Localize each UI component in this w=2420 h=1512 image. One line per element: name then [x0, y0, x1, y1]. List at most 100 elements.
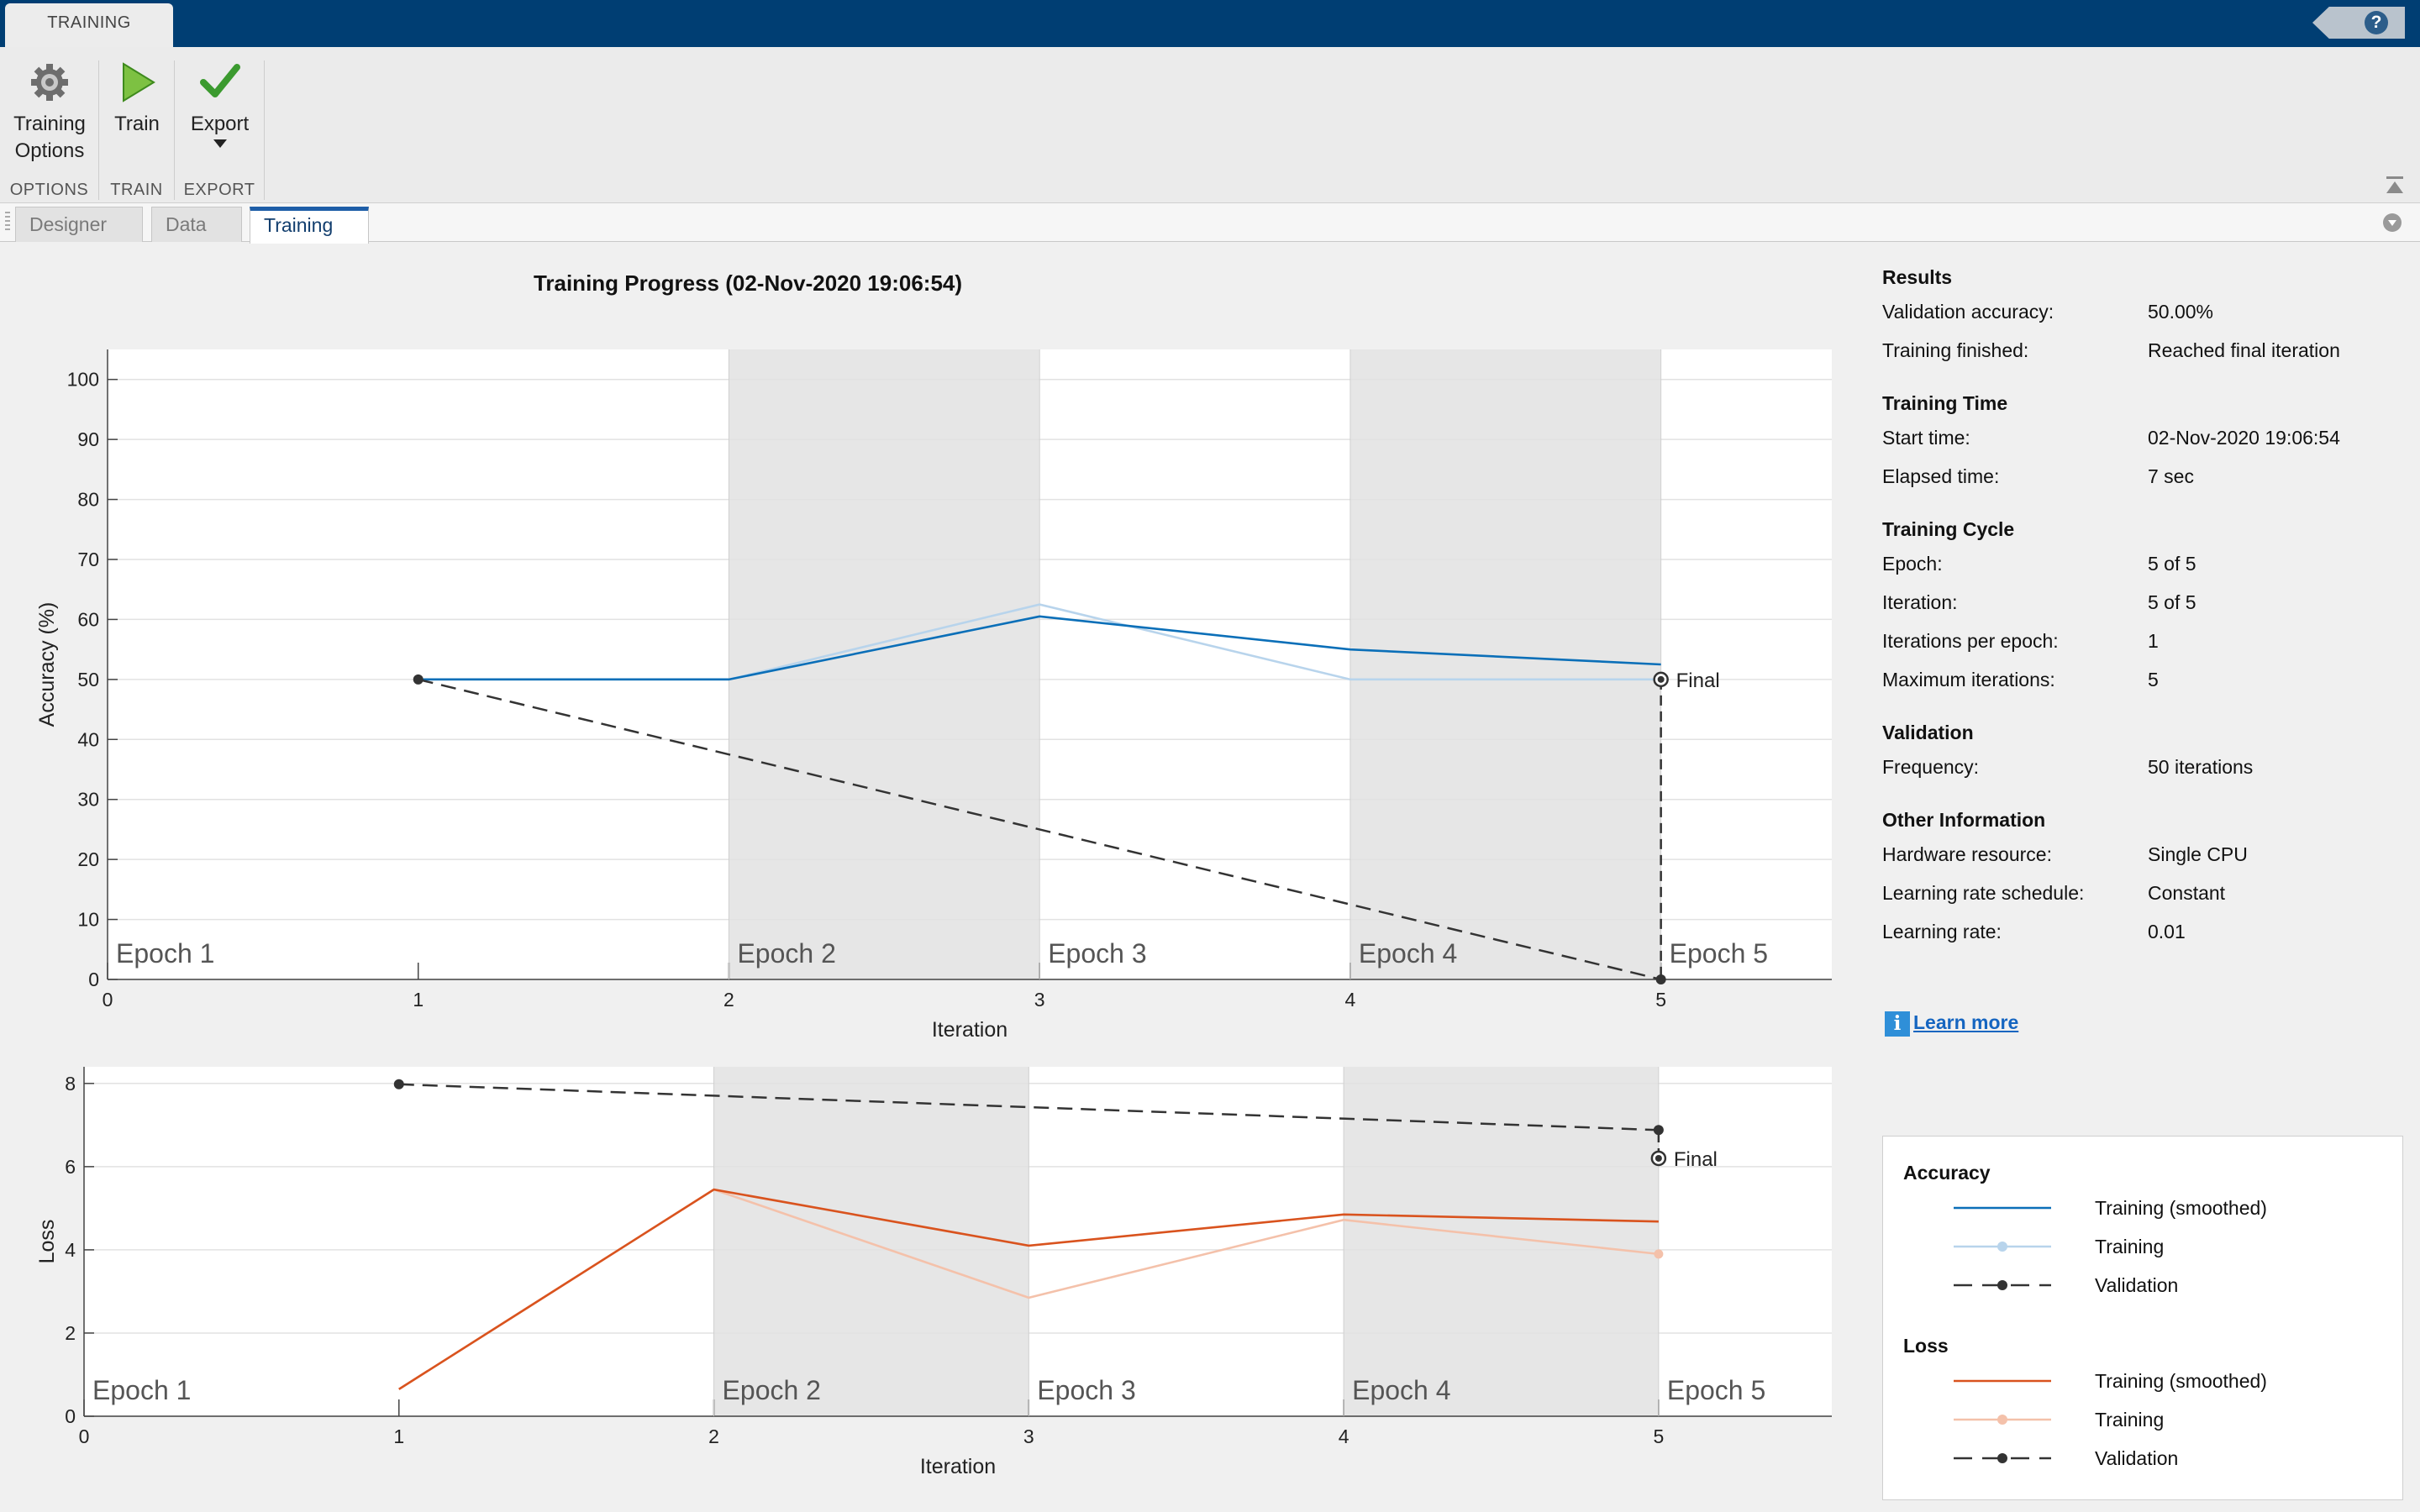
document-menu-icon[interactable] — [2383, 213, 2402, 232]
results-value: Constant — [2148, 882, 2226, 904]
results-section: Validation Frequency: 50 iterations — [1882, 717, 2403, 786]
results-key: Frequency: — [1882, 756, 1980, 778]
accuracy-y-tick-label: 90 — [77, 428, 99, 450]
accuracy-final-label: Final — [1676, 669, 1720, 692]
results-row: Learning rate schedule: Constant — [1882, 874, 2403, 912]
accuracy-y-tick-label: 0 — [88, 969, 99, 990]
info-icon: i — [1885, 1011, 1910, 1037]
accuracy-axes: 0 10 20 30 40 50 60 70 80 90 100 0 1 2 3 4 5 Epoch 1 Epoch… — [35, 349, 1832, 1042]
results-row: Learning rate: 0.01 — [1882, 912, 2403, 951]
loss-y-tick-label: 2 — [65, 1322, 76, 1344]
train-group-label: TRAIN — [110, 181, 163, 199]
results-key: Maximum iterations: — [1882, 669, 2055, 690]
loss-x-tick-label: 0 — [79, 1425, 90, 1447]
loss-x-axis-label: Iteration — [920, 1455, 996, 1478]
accuracy-y-tick-label: 100 — [67, 369, 99, 391]
training-options-label-2: Options — [14, 139, 85, 162]
accuracy-epoch-label: Epoch 1 — [116, 938, 214, 969]
results-row: Training finished: Reached final iteratio… — [1882, 331, 2403, 370]
results-section-title: Training Cycle — [1882, 518, 2015, 540]
legend-group-title: Loss — [1903, 1335, 1949, 1357]
tab-designer[interactable]: Designer — [15, 207, 143, 242]
toolstrip: Training Options OPTIONS Train TRAIN Exp… — [0, 47, 2420, 203]
results-key: Iterations per epoch: — [1882, 630, 2059, 652]
accuracy-y-tick-label: 30 — [77, 789, 99, 811]
export-button[interactable]: Export — [175, 60, 265, 148]
tab-training[interactable]: Training — [250, 207, 369, 244]
loss-epoch-label: Epoch 1 — [92, 1375, 191, 1405]
training-options-button[interactable]: Training Options — [0, 60, 99, 165]
loss-epoch-label: Epoch 2 — [723, 1375, 821, 1405]
legend-swatch-icon — [1954, 1415, 2051, 1425]
loss-axes: 0 2 4 6 8 0 1 2 3 4 5 Epoch 1 Epoch 2 Epoch 3 Epoch 4 E… — [35, 1067, 1832, 1478]
results-key: Learning rate schedule: — [1882, 882, 2085, 904]
play-icon — [123, 62, 155, 102]
train-label: Train — [114, 113, 160, 135]
help-button[interactable]: ? — [2312, 7, 2405, 39]
accuracy-epoch-band — [1349, 349, 1661, 979]
legend-item-label: Training — [2095, 1409, 2165, 1431]
loss-y-tick-label: 8 — [65, 1073, 76, 1095]
legend-swatch-icon — [1954, 1379, 2051, 1383]
export-label: Export — [190, 113, 250, 135]
results-row: Elapsed time: 7 sec — [1882, 457, 2403, 496]
plot-legend: Accuracy Training (smoothed) Training Valid… — [1882, 1136, 2403, 1500]
results-key: Validation accuracy: — [1882, 301, 2054, 323]
accuracy-epoch-label: Epoch 5 — [1670, 938, 1768, 969]
results-row: Validation accuracy: 50.00% — [1882, 292, 2403, 331]
train-button[interactable]: Train — [99, 60, 175, 138]
results-row: Epoch: 5 of 5 — [1882, 544, 2403, 583]
training-options-label-1: Training — [13, 113, 86, 135]
accuracy-epoch-label: Epoch 3 — [1048, 938, 1146, 969]
results-row: Hardware resource: Single CPU — [1882, 835, 2403, 874]
loss-y-axis-label: Loss — [35, 1220, 59, 1264]
legend-item-label: Training (smoothed) — [2095, 1370, 2267, 1392]
results-section: Training Time Start time: 02-Nov-2020 19:0… — [1882, 388, 2403, 496]
results-section-title: Validation — [1882, 722, 1974, 743]
results-key: Learning rate: — [1882, 921, 2002, 942]
results-key: Elapsed time: — [1882, 465, 2000, 487]
results-key: Hardware resource: — [1882, 843, 2052, 865]
accuracy-y-tick-label: 10 — [77, 909, 99, 931]
results-row: Iteration: 5 of 5 — [1882, 583, 2403, 622]
legend-group-title: Accuracy — [1903, 1162, 1991, 1184]
loss-final-marker-dot — [1655, 1154, 1662, 1162]
learn-more-link[interactable]: i Learn more — [1885, 1011, 2018, 1040]
training-progress-plots: 01020304050607080901000 1 2 3 4 5Epoch 1 Epoch… — [35, 349, 1832, 1478]
legend-swatch-icon — [1954, 1206, 2051, 1210]
tab-training-toolstrip[interactable]: TRAINING — [5, 3, 173, 47]
results-value: Reached final iteration — [2148, 339, 2340, 361]
accuracy-x-tick-label: 4 — [1345, 989, 1356, 1011]
accuracy-y-tick-label: 80 — [77, 489, 99, 511]
checkmark-icon — [199, 64, 240, 97]
legend-item-label: Validation — [2095, 1447, 2179, 1469]
accuracy-y-tick-label: 20 — [77, 848, 99, 870]
loss-epoch-band — [713, 1067, 1029, 1416]
accuracy-x-tick-label: 1 — [413, 989, 424, 1011]
accuracy-x-tick-label: 2 — [723, 989, 734, 1011]
loss-validation-point — [393, 1079, 404, 1089]
loss-x-tick-label: 1 — [393, 1425, 404, 1447]
accuracy-x-tick-label: 0 — [103, 989, 113, 1011]
accuracy-y-tick-label: 40 — [77, 728, 99, 750]
accuracy-epoch-label: Epoch 2 — [737, 938, 835, 969]
chevron-down-icon — [213, 139, 227, 148]
results-section-title: Results — [1882, 266, 1953, 288]
tab-data[interactable]: Data — [151, 207, 242, 242]
results-value: Single CPU — [2148, 843, 2248, 865]
collapse-toolstrip-icon[interactable] — [2385, 175, 2405, 197]
accuracy-epoch-label: Epoch 4 — [1359, 938, 1457, 969]
results-panel: Results Validation accuracy: 50.00% Trainin… — [1882, 262, 2403, 969]
accuracy-validation-point — [413, 674, 424, 685]
accuracy-y-tick-label: 70 — [77, 549, 99, 570]
learn-more-label: Learn more — [1913, 1011, 2019, 1034]
legend-item-label: Training — [2095, 1236, 2165, 1257]
export-group: Export EXPORT — [175, 60, 265, 200]
results-value: 50 iterations — [2148, 756, 2254, 778]
results-key: Epoch: — [1882, 553, 1943, 575]
loss-x-tick-label: 4 — [1339, 1425, 1349, 1447]
accuracy-epoch-band — [729, 349, 1040, 979]
loss-x-tick-label: 3 — [1023, 1425, 1034, 1447]
loss-x-tick-label: 2 — [708, 1425, 719, 1447]
loss-epoch-label: Epoch 3 — [1037, 1375, 1135, 1405]
